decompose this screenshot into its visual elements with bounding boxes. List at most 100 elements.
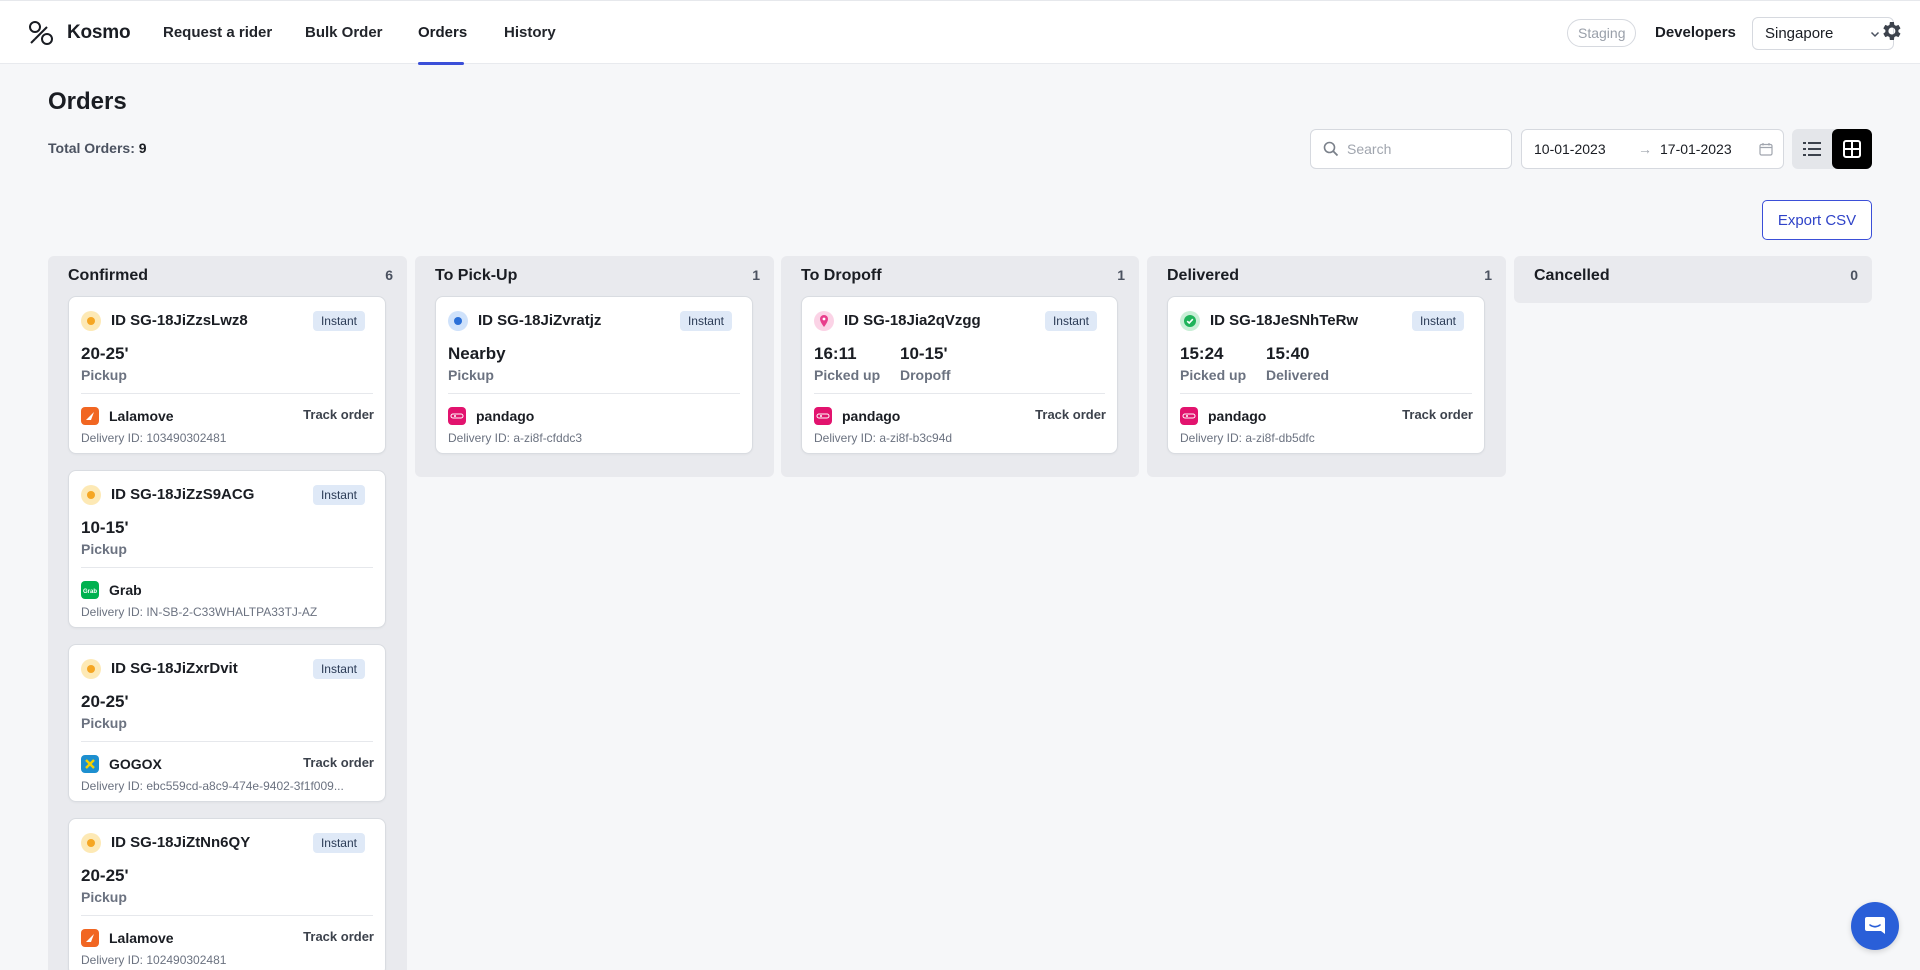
column-title: Cancelled — [1534, 267, 1610, 284]
order-card[interactable]: ID SG-18JiZzS9ACG Instant 10-15' Pickup Grab… — [68, 470, 386, 628]
pandago-logo-icon — [448, 407, 466, 425]
status-dot — [87, 839, 95, 847]
track-order-link[interactable]: Track order — [303, 929, 374, 944]
order-id: ID SG-18JeSNhTeRw — [1210, 312, 1359, 329]
status-dot — [87, 665, 95, 673]
date-to[interactable]: 17-01-2023 — [1660, 141, 1732, 157]
delivery-id: Delivery ID: a-zi8f-cfddc3 — [448, 431, 583, 445]
eta-label: Pickup — [81, 889, 127, 905]
order-card[interactable]: ID SG-18JeSNhTeRw Instant 15:24 Picked up 15… — [1167, 296, 1485, 454]
gear-icon[interactable] — [1879, 19, 1903, 43]
eta-label: Picked up — [814, 367, 881, 383]
delivery-type-badge: Instant — [312, 659, 365, 679]
delivery-id: Delivery ID: a-zi8f-b3c94d — [814, 431, 953, 445]
eta-value: 10-15' — [900, 344, 948, 363]
support-chat-button[interactable] — [1851, 902, 1899, 950]
nav-request-rider[interactable]: Request a rider — [163, 24, 272, 41]
nav-orders[interactable]: Orders — [418, 24, 467, 41]
pending-dot-icon — [81, 311, 101, 331]
nav-bulk-order[interactable]: Bulk Order — [305, 24, 383, 41]
list-view-button[interactable] — [1792, 129, 1832, 169]
track-order-link[interactable]: Track order — [1035, 407, 1106, 422]
delivery-type-badge: Instant — [312, 833, 365, 853]
order-id: ID SG-18JiZxrDvit — [111, 660, 238, 677]
view-toggle — [1792, 129, 1872, 169]
date-range-picker[interactable]: 10-01-2023 → 17-01-2023 — [1521, 129, 1784, 169]
delivery-id: Delivery ID: a-zi8f-db5dfc — [1180, 431, 1315, 445]
total-orders-value: 9 — [138, 140, 147, 156]
column-title: Confirmed — [68, 267, 148, 284]
brand[interactable]: Kosmo — [27, 19, 131, 47]
pending-dot-icon — [81, 833, 101, 853]
column-title: Delivered — [1167, 267, 1240, 284]
map-pin-icon — [814, 311, 834, 331]
chat-icon — [1865, 917, 1885, 934]
eta-label: Pickup — [448, 367, 494, 383]
provider-name: GOGOX — [109, 756, 162, 772]
order-id: ID SG-18JiZzS9ACG — [111, 486, 255, 503]
delivery-id: Delivery ID: ebc559cd-a8c9-474e-9402-3f1… — [81, 779, 344, 793]
top-navigation: Kosmo Request a rider Bulk Order Orders … — [0, 0, 1920, 65]
eta-value: 16:11 — [814, 344, 857, 363]
grid-icon — [1843, 140, 1861, 158]
pandago-logo-icon — [1180, 407, 1198, 425]
order-id: ID SG-18JiZtNn6QY — [111, 834, 251, 851]
gogox-logo-icon — [81, 755, 99, 773]
search-icon — [1323, 141, 1339, 157]
nav-developers[interactable]: Developers — [1655, 24, 1736, 41]
country-select-value: Singapore — [1765, 25, 1834, 42]
kosmo-logo-icon — [29, 21, 53, 45]
calendar-icon[interactable] — [1759, 142, 1773, 156]
order-card[interactable]: ID SG-18JiZzsLwz8 Instant 20-25' Pickup Lala… — [68, 296, 386, 454]
export-csv-button[interactable]: Export CSV — [1762, 200, 1872, 240]
order-card[interactable]: ID SG-18JiZxrDvit Instant 20-25' Pickup GOGO… — [68, 644, 386, 802]
column-title: To Dropoff — [801, 267, 882, 284]
board-view-button[interactable] — [1832, 129, 1872, 169]
nav-history[interactable]: History — [504, 24, 556, 41]
delivery-type-badge: Instant — [1411, 311, 1464, 331]
date-from[interactable]: 10-01-2023 — [1534, 141, 1606, 157]
status-dot — [87, 317, 95, 325]
rider-dot-icon — [448, 311, 468, 331]
eta-label: Picked up — [1180, 367, 1247, 383]
delivery-type-badge: Instant — [312, 311, 365, 331]
eta-label: Delivered — [1266, 367, 1330, 383]
card-divider — [81, 741, 373, 742]
provider-name: Lalamove — [109, 408, 174, 424]
order-card[interactable]: ID SG-18JiZtNn6QY Instant 20-25' Pickup Lala… — [68, 818, 386, 970]
environment-badge: Staging — [1567, 19, 1637, 47]
search-box[interactable] — [1310, 129, 1512, 169]
order-card[interactable]: ID SG-18Jia2qVzgg Instant 16:11 Picked up 10… — [801, 296, 1118, 454]
lalamove-logo-icon — [81, 929, 99, 947]
brand-name: Kosmo — [67, 22, 131, 43]
country-select[interactable]: Singapore — [1752, 17, 1894, 50]
column-count: 6 — [385, 267, 393, 283]
column-cancelled: Cancelled 0 — [1514, 256, 1872, 303]
total-orders-label: Total Orders: — [48, 140, 135, 156]
eta-value: 10-15' — [81, 518, 129, 537]
active-tab-indicator — [418, 62, 464, 65]
column-count: 0 — [1850, 267, 1858, 283]
pending-dot-icon — [81, 659, 101, 679]
order-id: ID SG-18JiZzsLwz8 — [111, 312, 248, 329]
track-order-link[interactable]: Track order — [303, 407, 374, 422]
eta-value: Nearby — [448, 344, 506, 363]
delivery-id: Delivery ID: 102490302481 — [81, 953, 227, 967]
delivery-type-badge: Instant — [312, 485, 365, 505]
pending-dot-icon — [81, 485, 101, 505]
check-circle-icon — [1180, 311, 1200, 331]
grab-logo-icon: Grab — [81, 581, 99, 599]
column-confirmed: Confirmed 6 ID SG-18JiZzsLwz8 Instant 20-25'… — [48, 256, 407, 970]
pandago-logo-icon — [814, 407, 832, 425]
card-divider — [81, 915, 373, 916]
track-order-link[interactable]: Track order — [303, 755, 374, 770]
track-order-link[interactable]: Track order — [1402, 407, 1473, 422]
order-card[interactable]: ID SG-18JiZvratjz Instant Nearby Pickup pand… — [435, 296, 753, 454]
provider-name: pandago — [476, 408, 535, 424]
column-count: 1 — [752, 267, 760, 283]
column-count: 1 — [1117, 267, 1125, 283]
card-divider — [81, 393, 373, 394]
eta-label: Dropoff — [900, 367, 951, 383]
eta-label: Pickup — [81, 541, 127, 557]
search-input[interactable] — [1347, 141, 1497, 157]
